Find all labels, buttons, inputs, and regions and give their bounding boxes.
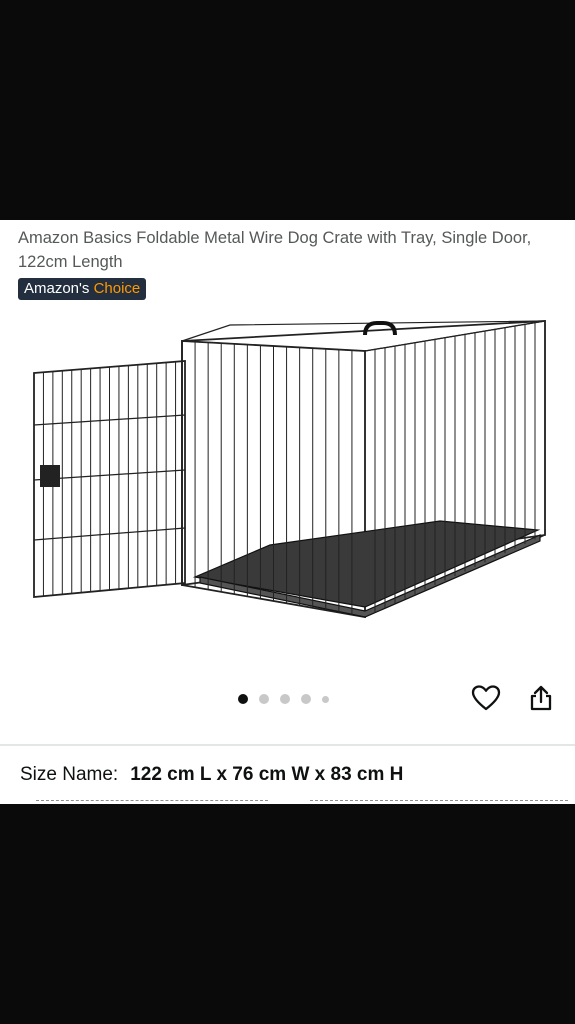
carousel-dot[interactable] bbox=[259, 694, 269, 704]
size-selector-row[interactable]: Size Name: 122 cm L x 76 cm W x 83 cm H bbox=[20, 764, 403, 786]
carousel-dot[interactable] bbox=[301, 694, 311, 704]
carousel-dots[interactable] bbox=[238, 692, 329, 706]
carousel-dot[interactable] bbox=[238, 694, 248, 704]
heart-icon[interactable] bbox=[470, 682, 502, 714]
product-image[interactable] bbox=[20, 315, 560, 645]
product-panel: Amazon Basics Foldable Metal Wire Dog Cr… bbox=[0, 220, 575, 804]
size-option-underline bbox=[36, 800, 268, 801]
size-option-underline bbox=[310, 800, 568, 801]
top-letterbox bbox=[0, 0, 575, 220]
bottom-letterbox bbox=[0, 804, 575, 1024]
section-divider bbox=[0, 744, 575, 746]
carousel-dot[interactable] bbox=[280, 694, 290, 704]
size-name-value: 122 cm L x 76 cm W x 83 cm H bbox=[130, 764, 404, 785]
crate-body bbox=[181, 320, 546, 619]
share-icon[interactable] bbox=[525, 682, 557, 714]
size-name-label: Size Name: bbox=[20, 764, 119, 785]
carousel-dot[interactable] bbox=[322, 695, 329, 703]
product-title[interactable]: Amazon Basics Foldable Metal Wire Dog Cr… bbox=[18, 226, 548, 274]
badge-main-text: Amazon's bbox=[24, 280, 90, 297]
badge-accent-text: Choice bbox=[93, 280, 141, 297]
amazons-choice-badge[interactable]: Amazon's Choice bbox=[18, 278, 147, 300]
